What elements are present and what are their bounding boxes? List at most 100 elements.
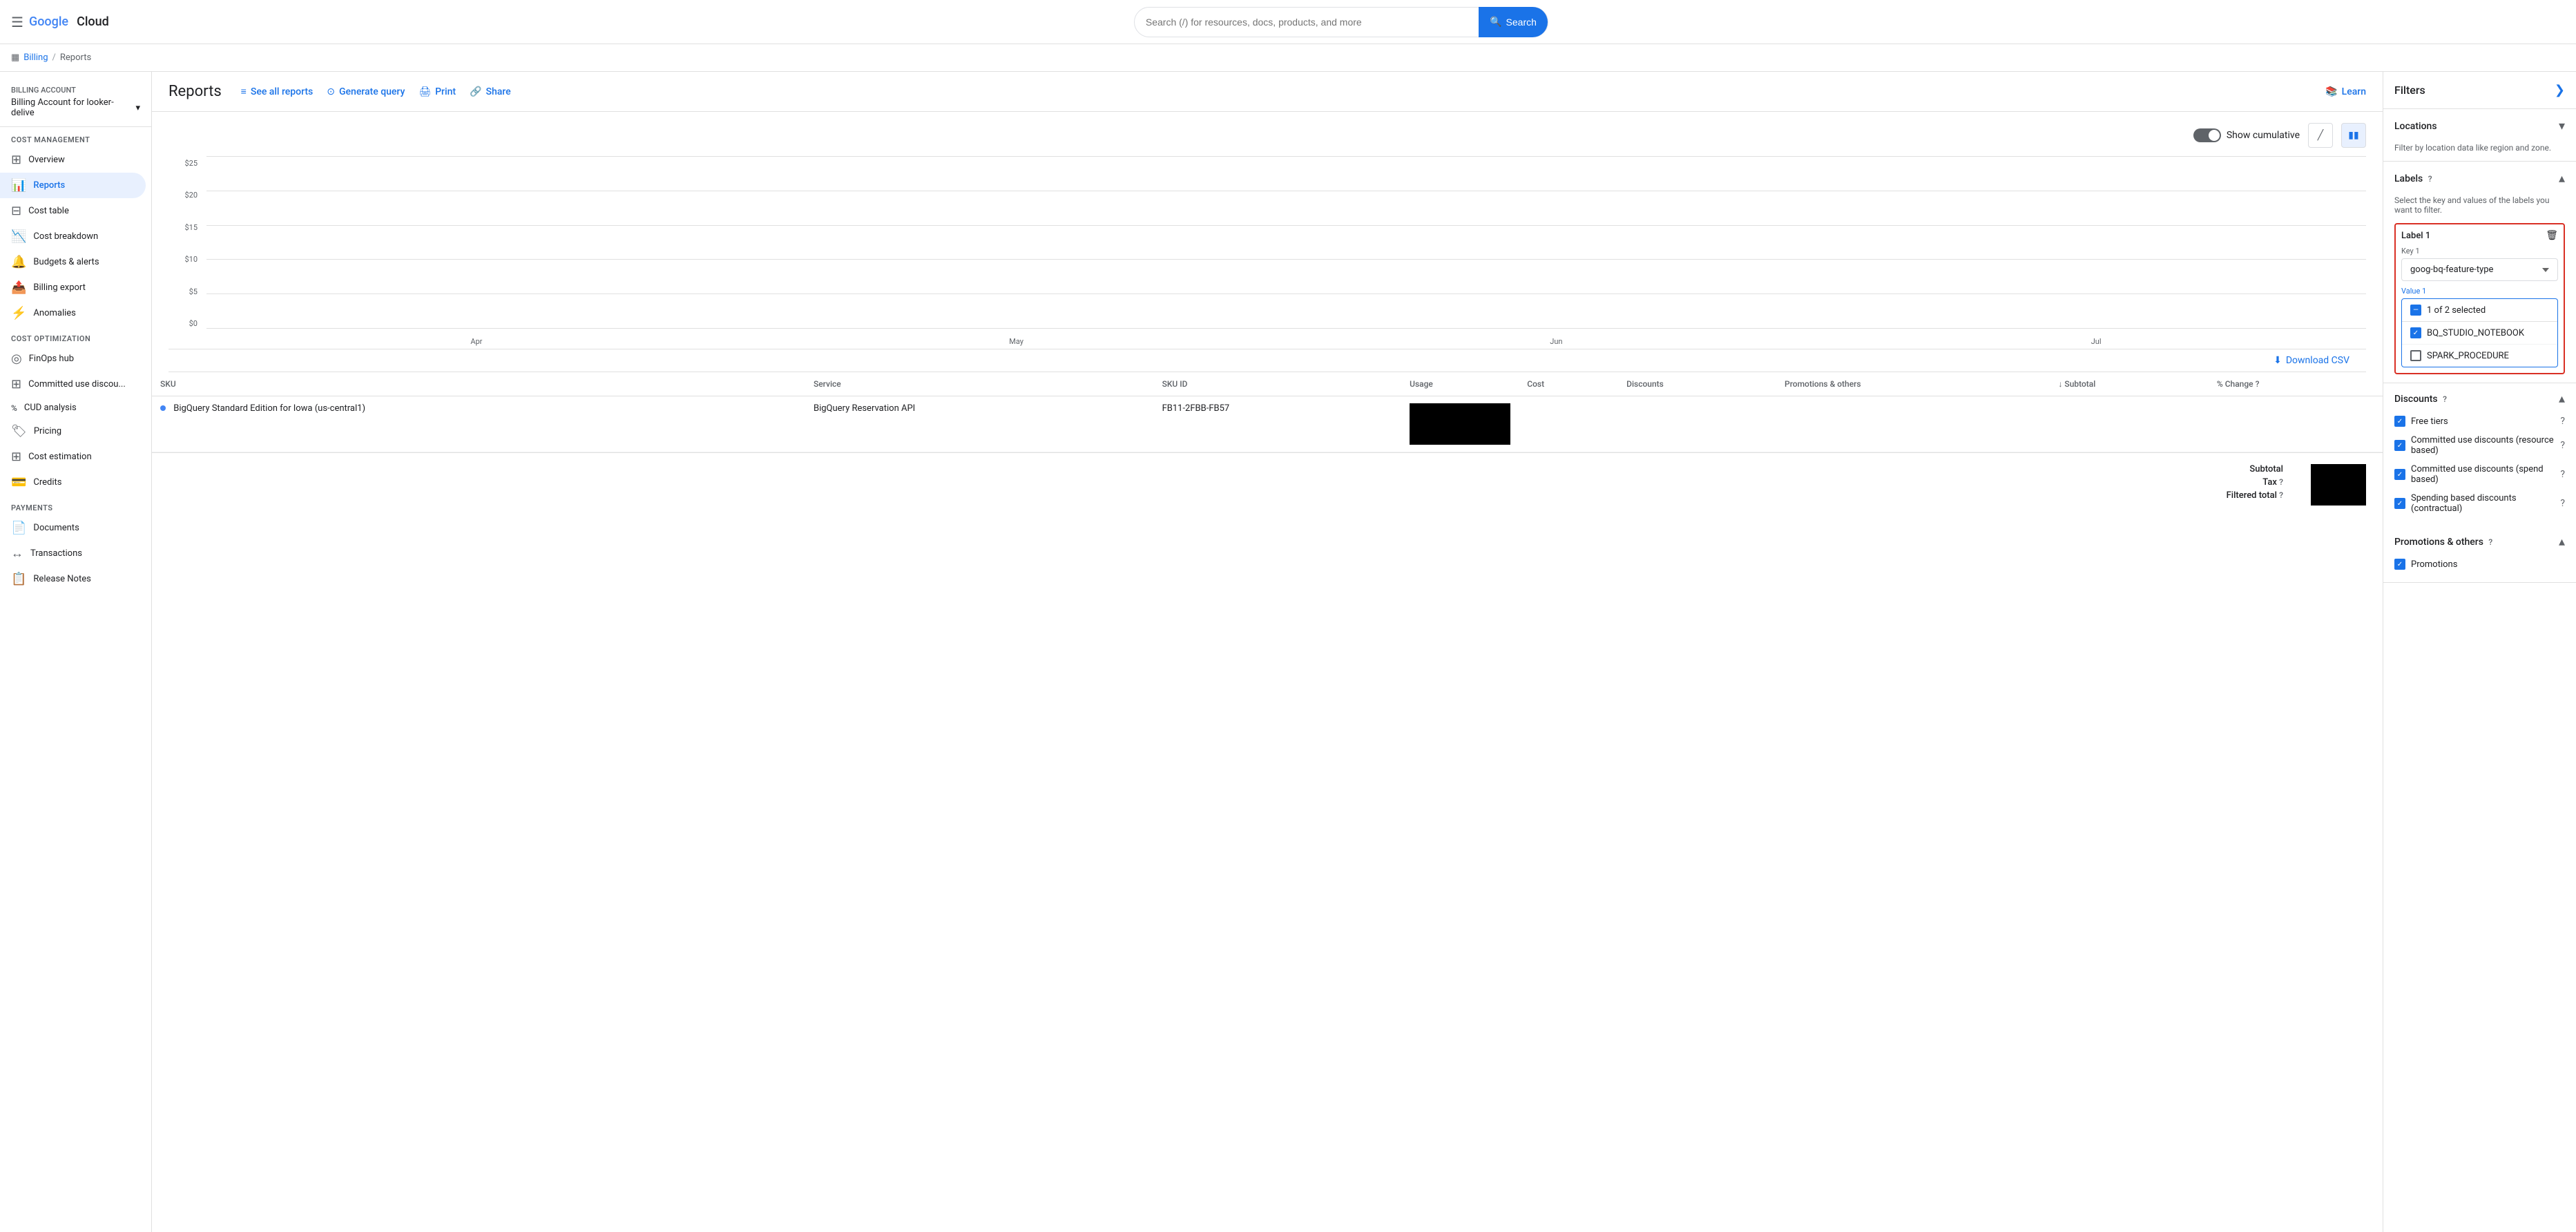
committed-spend-help-icon: ? [2560, 469, 2565, 480]
download-csv-button[interactable]: ⬇ Download CSV [2274, 355, 2349, 366]
key-label: Key 1 [2401, 247, 2558, 256]
sidebar-item-transactions[interactable]: ↔ Transactions [0, 541, 146, 566]
usage-chart [1410, 403, 1510, 445]
promotions-item-label: Promotions [2411, 559, 2457, 570]
value-summary[interactable]: — 1 of 2 selected [2402, 299, 2557, 322]
pricing-icon: 🏷 [11, 424, 27, 439]
list-icon: ≡ [241, 86, 247, 97]
checkbox-bq-studio: ✓ [2410, 327, 2421, 338]
sidebar-item-documents[interactable]: 📄 Documents [0, 515, 146, 541]
filters-expand-icon[interactable]: ❯ [2555, 83, 2565, 97]
table-header-row: SKU Service SKU ID Usage Cost Discounts … [152, 372, 2383, 396]
x-label-jul: Jul [1826, 337, 2366, 346]
table-container: SKU Service SKU ID Usage Cost Discounts … [152, 372, 2383, 452]
locations-section-header[interactable]: Locations ▾ [2383, 109, 2576, 143]
discounts-help-icon: ? [2443, 394, 2447, 404]
sidebar-item-label: Billing export [33, 282, 85, 293]
cost-table-icon: ⊟ [11, 204, 21, 218]
see-all-reports-link[interactable]: ≡ See all reports [241, 86, 314, 97]
promotions-header[interactable]: Promotions & others ? ▴ [2394, 526, 2565, 555]
sidebar-item-cost-estimation[interactable]: ⊞ Cost estimation [0, 444, 146, 470]
tax-label: Tax ? [2227, 477, 2283, 488]
checkbox-spending-contractual[interactable]: ✓ [2394, 498, 2405, 509]
bar-chart-button[interactable]: ▮▮ [2341, 123, 2366, 148]
billing-account-section: Billing account Billing Account for look… [0, 77, 151, 127]
filter-promotions: Promotions & others ? ▴ ✓ Promotions [2383, 526, 2576, 583]
print-icon: 🖨 [419, 86, 431, 97]
col-header-usage: Usage [1401, 372, 1519, 396]
sidebar-item-label: Cost breakdown [33, 231, 98, 242]
sidebar-item-cud-analysis[interactable]: % CUD analysis [0, 397, 146, 418]
share-link[interactable]: 🔗 Share [470, 86, 511, 97]
sidebar-item-cost-breakdown[interactable]: 📉 Cost breakdown [0, 224, 146, 249]
key-select[interactable]: goog-bq-feature-type [2401, 258, 2558, 281]
sidebar-item-label: Cost table [28, 206, 69, 216]
option-bq-studio[interactable]: ✓ BQ_STUDIO_NOTEBOOK [2402, 322, 2557, 345]
cell-promotions [1776, 396, 2050, 452]
sidebar-item-label: Credits [33, 477, 61, 488]
spending-contractual-label: Spending based discounts (contractual) [2411, 493, 2560, 514]
main-layout: Billing account Billing Account for look… [0, 72, 2576, 1232]
show-cumulative-toggle[interactable]: Show cumulative [2193, 128, 2300, 142]
committed-resource-label: Committed use discounts (resource based) [2411, 435, 2560, 456]
cumulative-switch[interactable] [2193, 128, 2221, 142]
sidebar-item-overview[interactable]: ⊞ Overview [0, 147, 146, 173]
checkbox-free-tiers[interactable]: ✓ [2394, 416, 2405, 427]
cell-discounts [1618, 396, 1776, 452]
billing-account-label: Billing account [11, 86, 140, 95]
option-spark[interactable]: SPARK_PROCEDURE [2402, 345, 2557, 367]
x-label-apr: Apr [206, 337, 747, 346]
chart-area: $25 $20 $15 $10 $5 $0 [169, 156, 2366, 349]
sidebar-item-label: Budgets & alerts [33, 257, 99, 267]
cell-subtotal [2050, 396, 2208, 452]
sidebar-item-budgets-alerts[interactable]: 🔔 Budgets & alerts [0, 249, 146, 275]
value-summary-text: 1 of 2 selected [2427, 305, 2486, 316]
breadcrumb-reports: Reports [60, 52, 91, 63]
filtered-total-help-icon: ? [2279, 490, 2283, 500]
checkbox-committed-resource[interactable]: ✓ [2394, 440, 2405, 451]
sidebar-item-release-notes[interactable]: 📋 Release Notes [0, 566, 146, 592]
billing-account-name[interactable]: Billing Account for looker-delive ▾ [11, 97, 140, 118]
sidebar-item-committed-use[interactable]: ⊞ Committed use discou... [0, 372, 146, 397]
print-link[interactable]: 🖨 Print [419, 86, 456, 97]
value-dropdown: — 1 of 2 selected ✓ BQ_STUDIO_NOTEBOOK S… [2401, 298, 2558, 367]
filtered-total-label: Filtered total ? [2227, 490, 2283, 501]
reports-icon: 📊 [11, 178, 26, 193]
learn-button[interactable]: 📚 Learn [2325, 86, 2366, 97]
summary-labels: Subtotal Tax ? Filtered total ? [2227, 464, 2283, 503]
filter-discounts: Discounts ? ▴ ✓ Free tiers ? ✓ Committed… [2383, 383, 2576, 526]
breadcrumb-billing[interactable]: Billing [23, 52, 48, 63]
col-header-sku: SKU [152, 372, 805, 396]
sidebar-item-pricing[interactable]: 🏷 Pricing [0, 418, 146, 444]
transactions-icon: ↔ [11, 546, 23, 561]
sku-dot [160, 405, 166, 411]
subtotal-label: Subtotal [2227, 464, 2283, 474]
show-cumulative-label: Show cumulative [2227, 130, 2300, 141]
anomalies-icon: ⚡ [11, 306, 26, 320]
sidebar-item-billing-export[interactable]: 📤 Billing export [0, 275, 146, 300]
checkbox-promotions[interactable]: ✓ [2394, 559, 2405, 570]
cud-icon: % [11, 403, 17, 413]
share-icon: 🔗 [470, 86, 481, 97]
checkbox-committed-spend[interactable]: ✓ [2394, 469, 2405, 480]
line-chart-button[interactable]: ╱ [2308, 123, 2333, 148]
labels-section-header[interactable]: Labels ? ▴ [2383, 162, 2576, 195]
search-button[interactable]: 🔍 Search [1479, 7, 1548, 37]
help-icon: ? [2256, 379, 2260, 389]
y-label-0: $0 [169, 319, 198, 328]
hamburger-icon[interactable]: ☰ [11, 14, 23, 30]
release-notes-icon: 📋 [11, 572, 26, 586]
chart-y-axis: $25 $20 $15 $10 $5 $0 [169, 156, 203, 328]
sidebar-item-label: CUD analysis [24, 403, 77, 413]
sidebar-item-reports[interactable]: 📊 Reports [0, 173, 146, 198]
sidebar-item-finops-hub[interactable]: ◎ FinOps hub [0, 346, 146, 372]
option-spark-label: SPARK_PROCEDURE [2427, 351, 2509, 361]
sidebar-item-cost-table[interactable]: ⊟ Cost table [0, 198, 146, 224]
discounts-header[interactable]: Discounts ? ▴ [2394, 383, 2565, 412]
sidebar-item-credits[interactable]: 💳 Credits [0, 470, 146, 495]
search-input[interactable] [1146, 17, 1473, 28]
sidebar-item-anomalies[interactable]: ⚡ Anomalies [0, 300, 146, 326]
y-label-25: $25 [169, 159, 198, 168]
generate-query-link[interactable]: ⊙ Generate query [327, 86, 405, 97]
delete-label-icon[interactable]: 🗑 [2546, 230, 2558, 241]
